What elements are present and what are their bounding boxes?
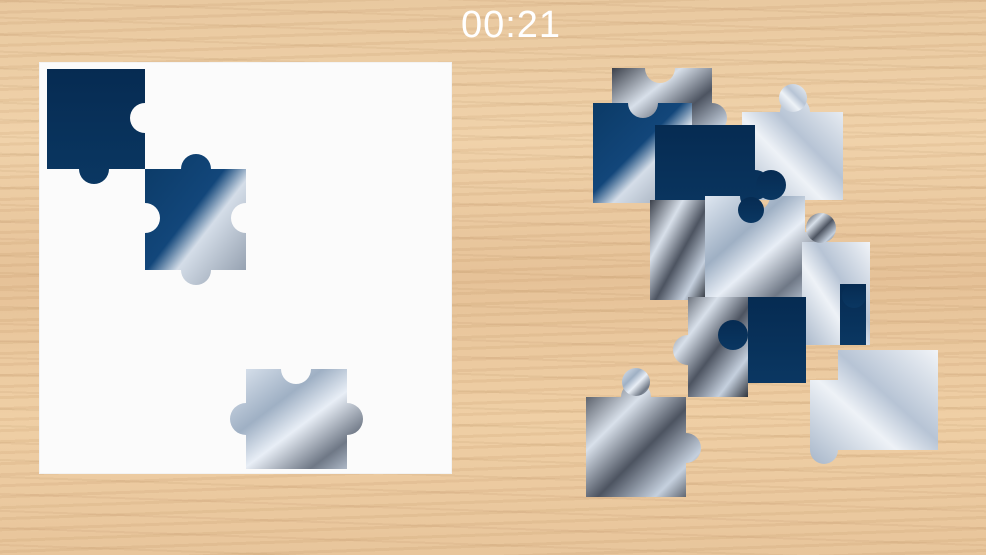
board-piece-bottom[interactable] <box>230 369 363 469</box>
tray-piece-16[interactable] <box>622 368 650 396</box>
board-piece-top-left[interactable] <box>47 69 145 184</box>
tray-piece-14[interactable] <box>779 84 807 112</box>
tray-piece-15[interactable] <box>806 213 836 243</box>
board-piece-second[interactable] <box>130 103 246 285</box>
tray-piece-10[interactable] <box>840 284 866 345</box>
tray-piece-12[interactable] <box>586 382 701 497</box>
puzzle-pieces-layer[interactable] <box>0 0 986 555</box>
tray-piece-5[interactable] <box>650 200 705 300</box>
tray-piece-11[interactable] <box>810 350 938 464</box>
